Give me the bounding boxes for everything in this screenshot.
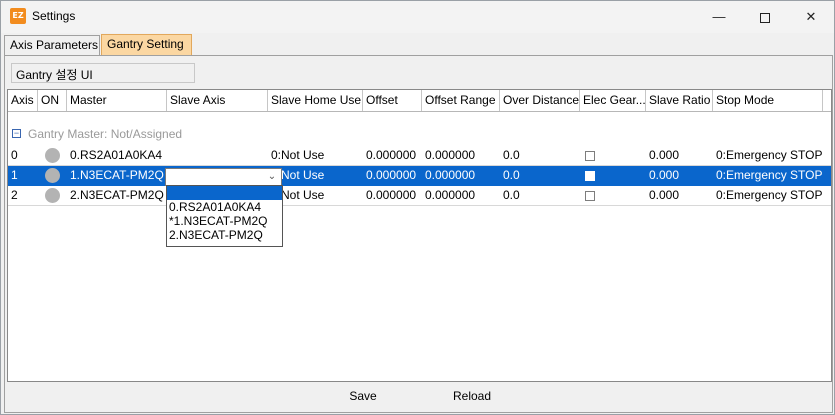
- cell-master: 2.N3ECAT-PM2Q: [70, 188, 164, 202]
- gantry-grid[interactable]: Axis ON Master Slave Axis Slave Home Use…: [7, 89, 832, 382]
- cell-axis: 2: [11, 188, 18, 202]
- settings-window: EZ Settings — ✕ Axis Parameters Gantry S…: [0, 0, 835, 415]
- cell-slave-ratio[interactable]: 0.000: [646, 166, 713, 185]
- dropdown-option[interactable]: 0.RS2A01A0KA4: [167, 200, 282, 214]
- tab-axis-parameters[interactable]: Axis Parameters: [4, 35, 100, 55]
- maximize-button[interactable]: [742, 1, 788, 33]
- minimize-button[interactable]: —: [696, 1, 742, 33]
- cell-offset-range[interactable]: 0.000000: [422, 146, 500, 165]
- column-header-offset-range[interactable]: Offset Range: [422, 90, 500, 111]
- cell-over-distance[interactable]: 0.0: [500, 186, 580, 205]
- cell-slave-axis[interactable]: [167, 146, 268, 165]
- chevron-down-icon[interactable]: ⌄: [264, 169, 280, 185]
- column-header-over-distance[interactable]: Over Distance: [500, 90, 580, 111]
- reload-button[interactable]: Reload: [442, 386, 502, 406]
- app-icon: EZ: [10, 8, 26, 24]
- cell-offset[interactable]: 0.000000: [363, 146, 422, 165]
- close-button[interactable]: ✕: [788, 1, 834, 33]
- column-header-elec-gear[interactable]: Elec Gear...: [580, 90, 646, 111]
- table-row[interactable]: 2 2.N3ECAT-PM2Q Not Use 0.000000 0.00000…: [8, 186, 831, 206]
- group-row[interactable]: − Gantry Master: Not/Assigned: [8, 124, 831, 144]
- elec-gear-checkbox[interactable]: [585, 171, 595, 181]
- cell-offset[interactable]: 0.000000: [363, 166, 422, 185]
- collapse-icon[interactable]: −: [12, 129, 21, 138]
- cell-offset[interactable]: 0.000000: [363, 186, 422, 205]
- column-header-axis[interactable]: Axis: [8, 90, 38, 111]
- title-bar[interactable]: EZ Settings — ✕: [1, 1, 834, 33]
- elec-gear-checkbox[interactable]: [585, 191, 595, 201]
- cell-over-distance[interactable]: 0.0: [500, 146, 580, 165]
- cell-slave-home-use[interactable]: Not Use: [278, 166, 363, 185]
- minimize-icon: —: [712, 9, 726, 24]
- status-led-icon: [45, 148, 60, 163]
- column-header-master[interactable]: Master: [67, 90, 167, 111]
- grid-header: Axis ON Master Slave Axis Slave Home Use…: [8, 90, 831, 112]
- cell-slave-ratio[interactable]: 0.000: [646, 146, 713, 165]
- cell-stop-mode[interactable]: 0:Emergency STOP: [713, 146, 831, 165]
- dropdown-option[interactable]: 2.N3ECAT-PM2Q: [167, 228, 282, 242]
- dropdown-option[interactable]: *1.N3ECAT-PM2Q: [167, 214, 282, 228]
- column-header-slave-ratio[interactable]: Slave Ratio: [646, 90, 713, 111]
- cell-offset-range[interactable]: 0.000000: [422, 166, 500, 185]
- status-led-icon: [45, 188, 60, 203]
- group-label: Gantry Master: Not/Assigned: [28, 127, 183, 141]
- slave-axis-combobox[interactable]: ⌄: [165, 168, 282, 186]
- save-button[interactable]: Save: [333, 386, 393, 406]
- column-header-on[interactable]: ON: [38, 90, 67, 111]
- slave-axis-dropdown-list[interactable]: 0.RS2A01A0KA4 *1.N3ECAT-PM2Q 2.N3ECAT-PM…: [166, 185, 283, 247]
- maximize-icon: [760, 12, 770, 23]
- status-led-icon: [45, 168, 60, 183]
- cell-offset-range[interactable]: 0.000000: [422, 186, 500, 205]
- cell-master: 1.N3ECAT-PM2Q: [70, 168, 164, 182]
- gantry-ui-label: Gantry 설정 UI: [11, 63, 195, 83]
- column-header-slave-home-use[interactable]: Slave Home Use: [268, 90, 363, 111]
- cell-axis: 1: [11, 168, 18, 182]
- elec-gear-checkbox[interactable]: [585, 151, 595, 161]
- table-row-selected[interactable]: 1 1.N3ECAT-PM2Q Not Use 0.000000 0.00000…: [8, 166, 831, 186]
- cell-slave-home-use[interactable]: 0:Not Use: [268, 146, 363, 165]
- close-icon: ✕: [805, 9, 817, 24]
- cell-stop-mode[interactable]: 0:Emergency STOP: [713, 166, 831, 185]
- cell-master: 0.RS2A01A0KA4: [70, 148, 163, 162]
- column-header-offset[interactable]: Offset: [363, 90, 422, 111]
- column-header-stop-mode[interactable]: Stop Mode: [713, 90, 823, 111]
- dropdown-option-blank[interactable]: [167, 186, 282, 200]
- column-header-slave-axis[interactable]: Slave Axis: [167, 90, 268, 111]
- cell-slave-home-use[interactable]: Not Use: [278, 186, 363, 205]
- cell-axis: 0: [11, 148, 18, 162]
- cell-slave-ratio[interactable]: 0.000: [646, 186, 713, 205]
- cell-over-distance[interactable]: 0.0: [500, 166, 580, 185]
- cell-stop-mode[interactable]: 0:Emergency STOP: [713, 186, 831, 205]
- tab-gantry-setting[interactable]: Gantry Setting: [101, 34, 192, 56]
- gantry-setting-panel: Gantry 설정 UI Axis ON Master Slave Axis S…: [4, 55, 833, 413]
- table-row[interactable]: 0 0.RS2A01A0KA4 0:Not Use 0.000000 0.000…: [8, 146, 831, 166]
- window-title: Settings: [32, 9, 76, 23]
